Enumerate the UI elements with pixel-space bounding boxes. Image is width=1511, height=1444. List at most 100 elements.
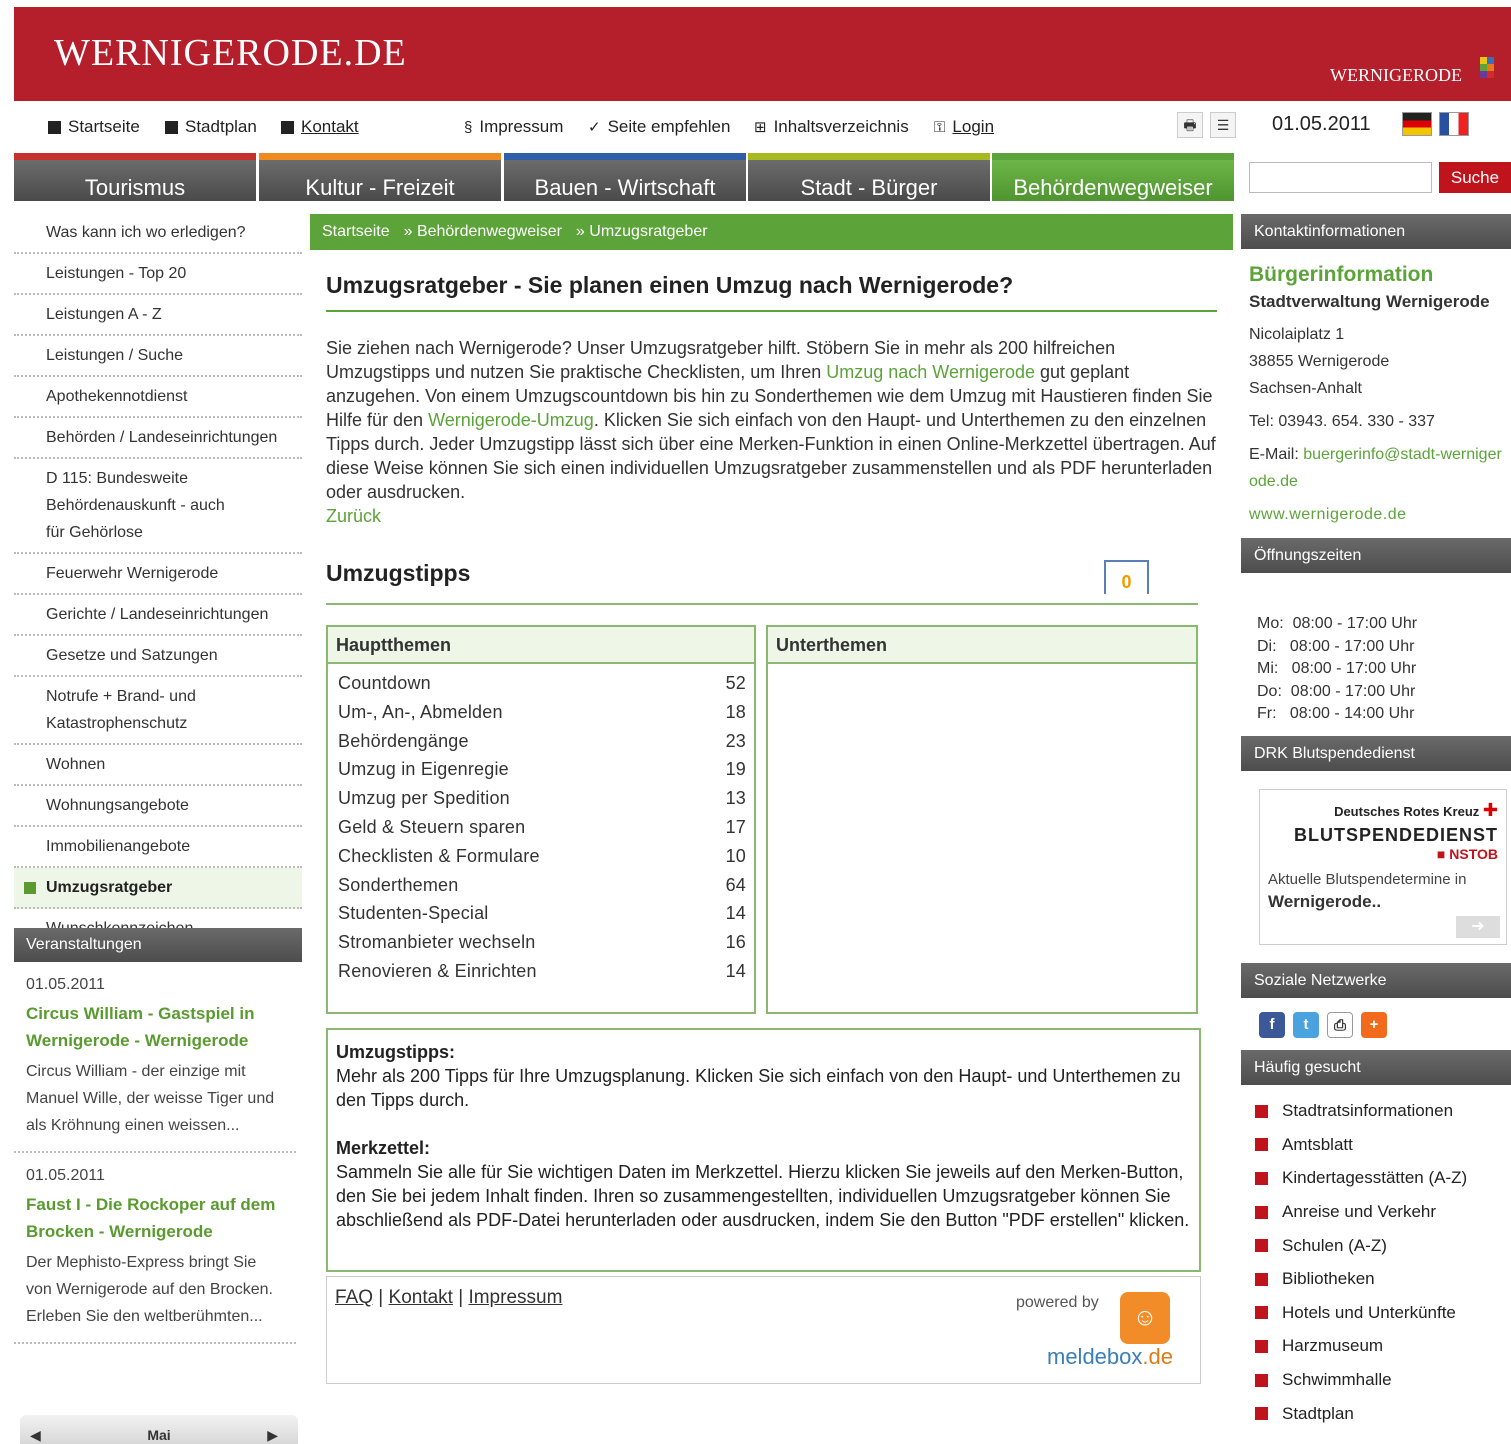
leftnav-item[interactable]: D 115: Bundesweite Behördenauskunft - au… [14, 459, 302, 554]
hours-row: Di: 08:00 - 17:00 Uhr [1257, 637, 1415, 655]
topic-item[interactable]: Um-, An-, Abmelden 18 [338, 698, 746, 727]
topnav-stadtplan[interactable]: Stadtplan [165, 117, 257, 137]
leftnav-item[interactable]: Notrufe + Brand- und Katastrophenschutz [14, 677, 302, 745]
faq-item[interactable]: Schulen (A-Z) [1255, 1229, 1497, 1263]
topic-name: Countdown [338, 673, 431, 693]
footer-impressum-link[interactable]: Impressum [468, 1287, 562, 1308]
leftnav-item[interactable]: Apothekennotdienst [14, 377, 302, 418]
faq-item[interactable]: Anreise und Verkehr [1255, 1195, 1497, 1229]
back-link[interactable]: Zurück [326, 506, 381, 526]
leftnav-item[interactable]: Wohnen [14, 745, 302, 786]
topnav-seite-empfehlen[interactable]: ✓ Seite empfehlen [588, 117, 730, 137]
topnav-kontakt[interactable]: Kontakt [281, 117, 359, 137]
contact-street: Nicolaiplatz 1 [1249, 326, 1345, 343]
leftnav-item-active[interactable]: Umzugsratgeber [14, 868, 302, 909]
faq-item[interactable]: Kindertagesstätten (A-Z) [1255, 1162, 1497, 1196]
tips-heading: Umzugstipps [326, 560, 471, 586]
topic-item[interactable]: Renovieren & Einrichten 14 [338, 957, 746, 986]
leftnav-item[interactable]: Wohnungsangebote [14, 786, 302, 827]
topic-item[interactable]: Sonderthemen 64 [338, 871, 746, 900]
text-version-icon[interactable]: ☰ [1210, 112, 1236, 138]
event-title-link[interactable]: Faust I - Die Rockoper auf dem Brocken -… [26, 1191, 284, 1245]
footer-faq-link[interactable]: FAQ [335, 1287, 373, 1308]
search-button[interactable]: Suche [1439, 162, 1511, 193]
topnav-inhaltsverzeichnis[interactable]: ⊞ Inhaltsverzeichnis [754, 117, 909, 137]
topic-item[interactable]: Umzug in Eigenregie 19 [338, 755, 746, 784]
event-title-link[interactable]: Circus William - Gastspiel in Wernigerod… [26, 1000, 284, 1054]
topic-name: Renovieren & Einrichten [338, 960, 537, 981]
faq-item[interactable]: Hotels und Unterkünfte [1255, 1296, 1497, 1330]
leftnav-item[interactable]: Leistungen - Top 20 [14, 254, 302, 295]
main-topics-heading: Hauptthemen [328, 627, 754, 664]
leftnav-item[interactable]: Behörden / Landeseinrichtungen [14, 418, 302, 459]
topnav-startseite[interactable]: Startseite [48, 117, 140, 137]
topic-item[interactable]: Checklisten & Formulare 10 [338, 842, 746, 871]
wernigerode-umzug-link[interactable]: Wernigerode-Umzug [428, 410, 594, 430]
meldebox-logo-icon[interactable]: ☺ [1120, 1292, 1170, 1344]
drk-text-city: Wernigerode.. [1268, 891, 1382, 911]
leftnav-item[interactable]: Feuerwehr Wernigerode [14, 554, 302, 595]
footer-kontakt-link[interactable]: Kontakt [389, 1287, 453, 1308]
search-input[interactable] [1249, 162, 1432, 193]
topnav-login[interactable]: ⚿ Login [934, 117, 994, 137]
contact-city: 38855 Wernigerode [1249, 353, 1390, 370]
facebook-icon[interactable]: f [1259, 1011, 1285, 1038]
event-text: Circus William - der einzige mit Manuel … [26, 1063, 275, 1134]
topnav-impressum[interactable]: § Impressum [464, 117, 563, 137]
event-date: 01.05.2011 [26, 1167, 105, 1184]
leftnav-item[interactable]: Gerichte / Landeseinrichtungen [14, 595, 302, 636]
city-logo-icon [1480, 57, 1494, 87]
topic-item[interactable]: Countdown 52 [338, 669, 746, 698]
city-logo-text: WERNIGERODE [1330, 65, 1462, 85]
hours-row: Mi: 08:00 - 17:00 Uhr [1257, 660, 1417, 677]
mainnav-kultur-freizeit[interactable]: Kultur - Freizeit [259, 153, 501, 201]
twitter-icon[interactable]: t [1293, 1011, 1319, 1038]
breadcrumb-umzugsratgeber[interactable]: » Umzugsratgeber [576, 214, 708, 250]
topic-item[interactable]: Umzug per Spedition 13 [338, 784, 746, 813]
topic-item[interactable]: Stromanbieter wechseln 16 [338, 928, 746, 957]
print-icon[interactable]: 🖶 [1177, 112, 1203, 138]
faq-item[interactable]: Stadtplan [1255, 1397, 1497, 1431]
meldebox-link[interactable]: meldebox.de [1047, 1344, 1173, 1370]
faq-item[interactable]: Schwimmhalle [1255, 1363, 1497, 1397]
faq-item[interactable]: Harzmuseum [1255, 1330, 1497, 1364]
mainnav-stadt-buerger[interactable]: Stadt - Bürger [748, 153, 990, 201]
mainnav-bauen-wirtschaft[interactable]: Bauen - Wirtschaft [504, 153, 746, 201]
faq-item[interactable]: Bibliotheken [1255, 1262, 1497, 1296]
faq-label: Schwimmhalle [1282, 1370, 1392, 1390]
topic-name: Umzug per Spedition [338, 788, 510, 809]
breadcrumb-startseite[interactable]: Startseite [322, 214, 390, 250]
faq-label: Stadtplan [1282, 1403, 1354, 1423]
leftnav-item[interactable]: Gesetze und Satzungen [14, 636, 302, 677]
share-plus-icon[interactable]: + [1361, 1011, 1387, 1038]
site-title[interactable]: WERNIGERODE.DE [54, 31, 407, 75]
contact-web-link[interactable]: www.wernigerode.de [1249, 501, 1503, 528]
faq-label: Hotels und Unterkünfte [1282, 1302, 1456, 1322]
topic-item[interactable]: Geld & Steuern sparen 17 [338, 813, 746, 842]
checkmark-icon: ✓ [588, 119, 601, 136]
topic-item[interactable]: Behördengänge 23 [338, 727, 746, 756]
french-flag-icon[interactable] [1439, 112, 1469, 136]
arrow-right-icon[interactable]: ➜ [1456, 915, 1500, 938]
german-flag-icon[interactable] [1402, 112, 1432, 136]
mainnav-tourismus[interactable]: Tourismus [14, 153, 256, 201]
leftnav-item[interactable]: Immobilienangebote [14, 827, 302, 868]
print-icon[interactable]: ⎙ [1327, 1011, 1353, 1038]
sub-topics-panel: Unterthemen [766, 625, 1198, 1014]
mainnav-behoerdenwegweiser[interactable]: Behördenwegweiser [992, 153, 1234, 201]
contact-info: Bürgerinformation Stadtverwaltung Wernig… [1241, 249, 1511, 538]
faq-item[interactable]: Amtsblatt [1255, 1128, 1497, 1162]
topic-item[interactable]: Studenten-Special 14 [338, 899, 746, 928]
leftnav-item[interactable]: Leistungen / Suche [14, 336, 302, 377]
faq-item[interactable]: Stadtratsinformationen [1255, 1095, 1497, 1129]
drk-banner[interactable]: Deutsches Rotes Kreuz ✚ BLUTSPENDEDIENST… [1259, 788, 1507, 945]
calendar-next-icon[interactable]: ▶ [267, 1415, 278, 1444]
info-heading-tips: Umzugstipps: [336, 1042, 455, 1062]
calendar-prev-icon[interactable]: ◀ [30, 1415, 41, 1444]
leftnav-item[interactable]: Leistungen A - Z [14, 295, 302, 336]
merkzettel-counter[interactable]: 0 [1104, 560, 1149, 594]
red-square-icon [1255, 1339, 1268, 1353]
umzug-link[interactable]: Umzug nach Wernigerode [826, 362, 1035, 382]
breadcrumb-behoerdenwegweiser[interactable]: » Behördenwegweiser [404, 214, 562, 250]
leftnav-item[interactable]: Was kann ich wo erledigen? [14, 213, 302, 254]
